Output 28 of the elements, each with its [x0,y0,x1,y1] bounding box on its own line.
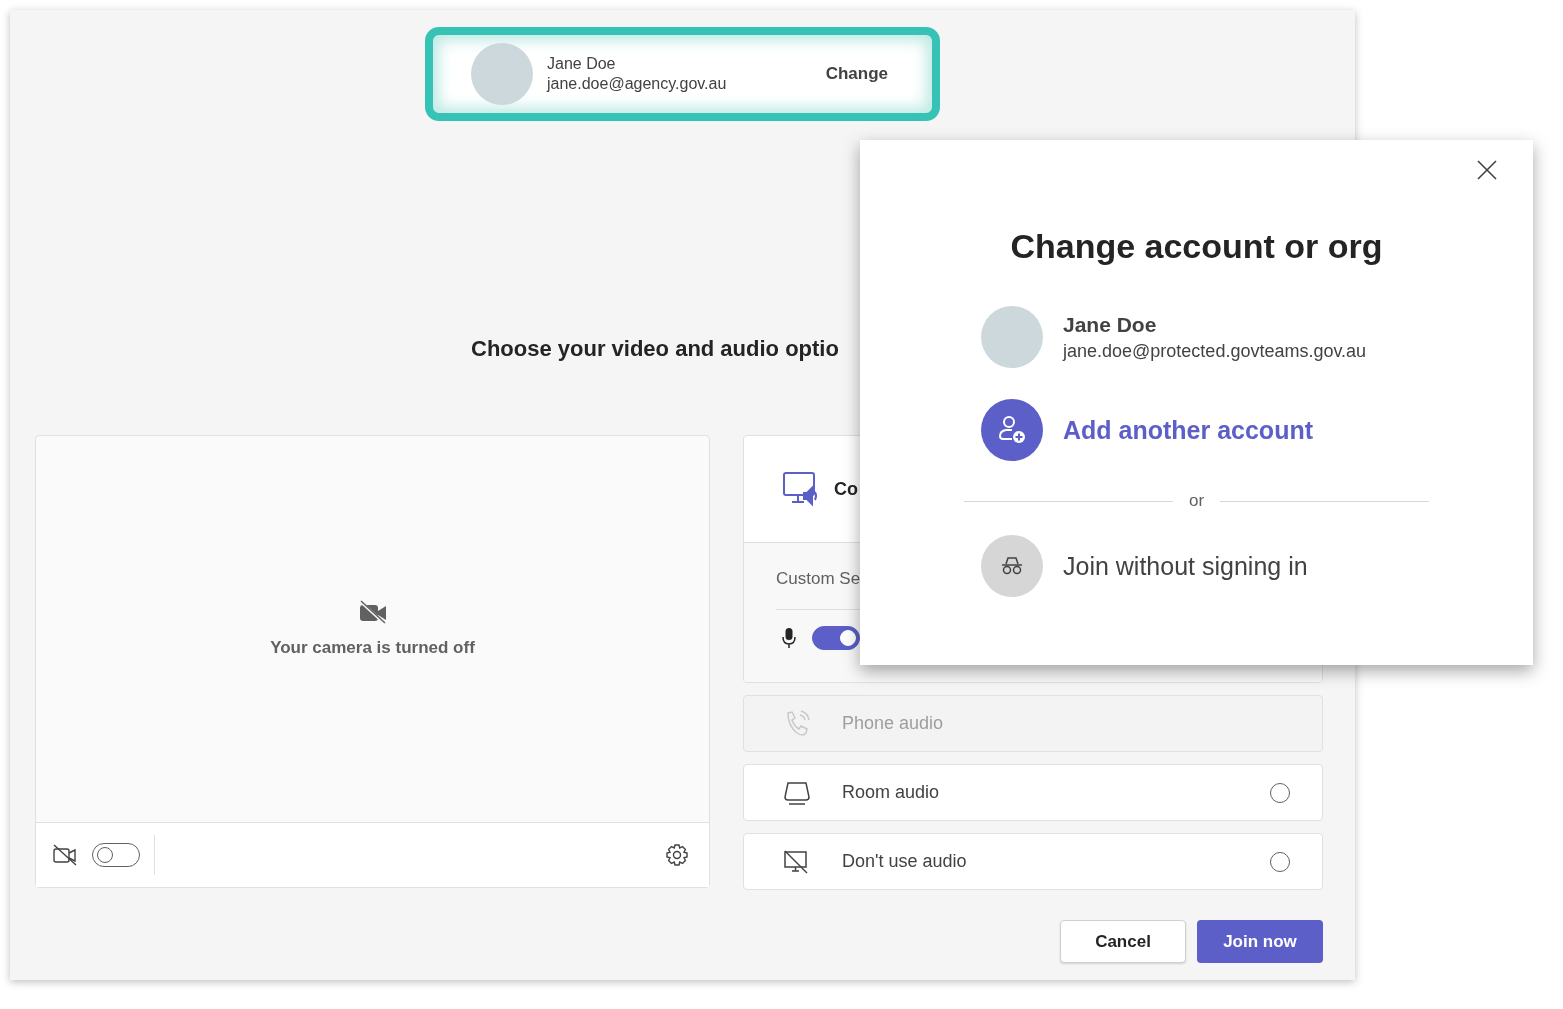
audio-option-label: Room audio [842,782,941,803]
no-audio-icon [782,847,810,876]
computer-speaker-icon [782,471,820,507]
camera-toggle[interactable] [92,843,140,867]
cancel-button[interactable]: Cancel [1060,920,1186,963]
audio-option[interactable]: Don't use audio [743,833,1323,890]
add-account-link[interactable]: Add another account [981,399,1429,461]
audio-option-label: Phone audio [842,713,945,734]
camera-off-message: Your camera is turned off [270,638,475,658]
dialog-title: Change account or org [1010,227,1383,266]
account-email: jane.doe@protected.govteams.gov.au [1063,340,1367,362]
close-button[interactable] [1477,160,1497,180]
account-email: jane.doe@agency.gov.au [547,75,728,93]
page-heading: Choose your video and audio optio [471,336,839,362]
change-button[interactable]: Change [821,60,892,88]
audio-option[interactable]: Room audio [743,764,1323,821]
computer-audio-label: Co [834,478,858,500]
settings-icon[interactable] [665,843,689,867]
microphone-icon [782,627,796,649]
camera-off-icon [357,600,388,626]
account-name: Jane Doe [547,55,617,73]
join-now-button[interactable]: Join now [1197,920,1323,963]
camera-off-icon [52,844,78,866]
incognito-icon [999,556,1025,576]
microphone-toggle[interactable] [812,626,860,650]
account-name: Jane Doe [1063,312,1158,337]
separator-text: or [1188,491,1205,511]
audio-option-label: Don't use audio [842,851,968,872]
